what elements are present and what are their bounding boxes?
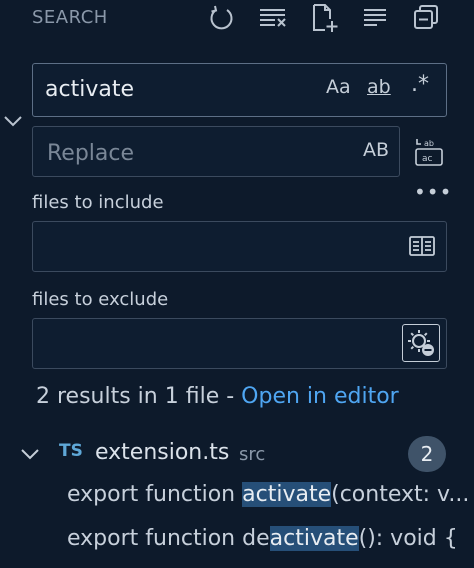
match-highlight: activate — [269, 526, 359, 551]
match-prefix: export function de — [67, 526, 270, 551]
toggle-search-details-icon[interactable]: ••• — [414, 180, 452, 204]
collapse-all-icon[interactable] — [359, 2, 391, 34]
results-separator: - — [219, 384, 242, 409]
replace-input[interactable] — [45, 137, 349, 169]
chevron-down-icon[interactable] — [18, 442, 42, 466]
refresh-icon[interactable] — [206, 2, 238, 34]
whole-word-toggle[interactable]: ab — [367, 76, 391, 104]
replace-all-icon[interactable]: ab ac — [412, 135, 446, 169]
match-suffix: (): void { — [358, 526, 458, 551]
view-as-tree-icon[interactable] — [410, 2, 442, 34]
toggle-replace-chevron-icon[interactable] — [2, 110, 24, 132]
files-to-exclude-label: files to exclude — [32, 289, 169, 310]
open-editors-only-icon[interactable] — [408, 234, 436, 258]
match-case-toggle[interactable]: Aa — [326, 76, 351, 104]
match-row[interactable]: export function activate(context: v... — [67, 482, 474, 507]
files-to-include-input[interactable] — [45, 232, 389, 264]
file-path: src — [239, 444, 266, 465]
open-in-editor-link[interactable]: Open in editor — [241, 384, 399, 409]
view-title: SEARCH — [32, 7, 108, 28]
typescript-file-icon: TS — [59, 441, 83, 461]
search-view-header: SEARCH — [0, 0, 474, 40]
replace-field[interactable]: AB — [32, 126, 400, 177]
match-suffix: (context: v... — [331, 482, 470, 507]
match-count-badge: 2 — [408, 436, 446, 472]
use-exclude-settings-icon[interactable] — [402, 324, 440, 362]
results-summary: 2 results in 1 file - Open in editor — [36, 384, 399, 409]
whole-word-label: ab — [367, 76, 391, 98]
match-prefix: export function — [67, 482, 243, 507]
search-query-text[interactable]: activate — [45, 77, 134, 102]
svg-text:ab: ab — [424, 139, 434, 148]
new-search-editor-icon[interactable] — [308, 2, 340, 34]
svg-text:ac: ac — [422, 154, 433, 164]
files-to-exclude-input[interactable] — [45, 329, 389, 361]
match-highlight: activate — [242, 482, 332, 507]
files-to-exclude-field[interactable] — [32, 318, 447, 369]
files-to-include-field[interactable] — [32, 221, 447, 272]
regex-toggle[interactable]: .* — [411, 72, 429, 100]
match-row[interactable]: export function deactivate(): void { — [67, 526, 474, 551]
files-to-include-label: files to include — [32, 192, 164, 213]
file-result-row[interactable]: TS extension.ts src 2 — [0, 436, 474, 472]
file-name: extension.ts — [95, 440, 230, 465]
search-input[interactable]: activate Aa ab .* — [32, 63, 447, 117]
results-count-text: 2 results in 1 file — [36, 384, 220, 409]
preserve-case-toggle[interactable]: AB — [363, 139, 389, 161]
clear-results-icon[interactable] — [257, 2, 289, 34]
